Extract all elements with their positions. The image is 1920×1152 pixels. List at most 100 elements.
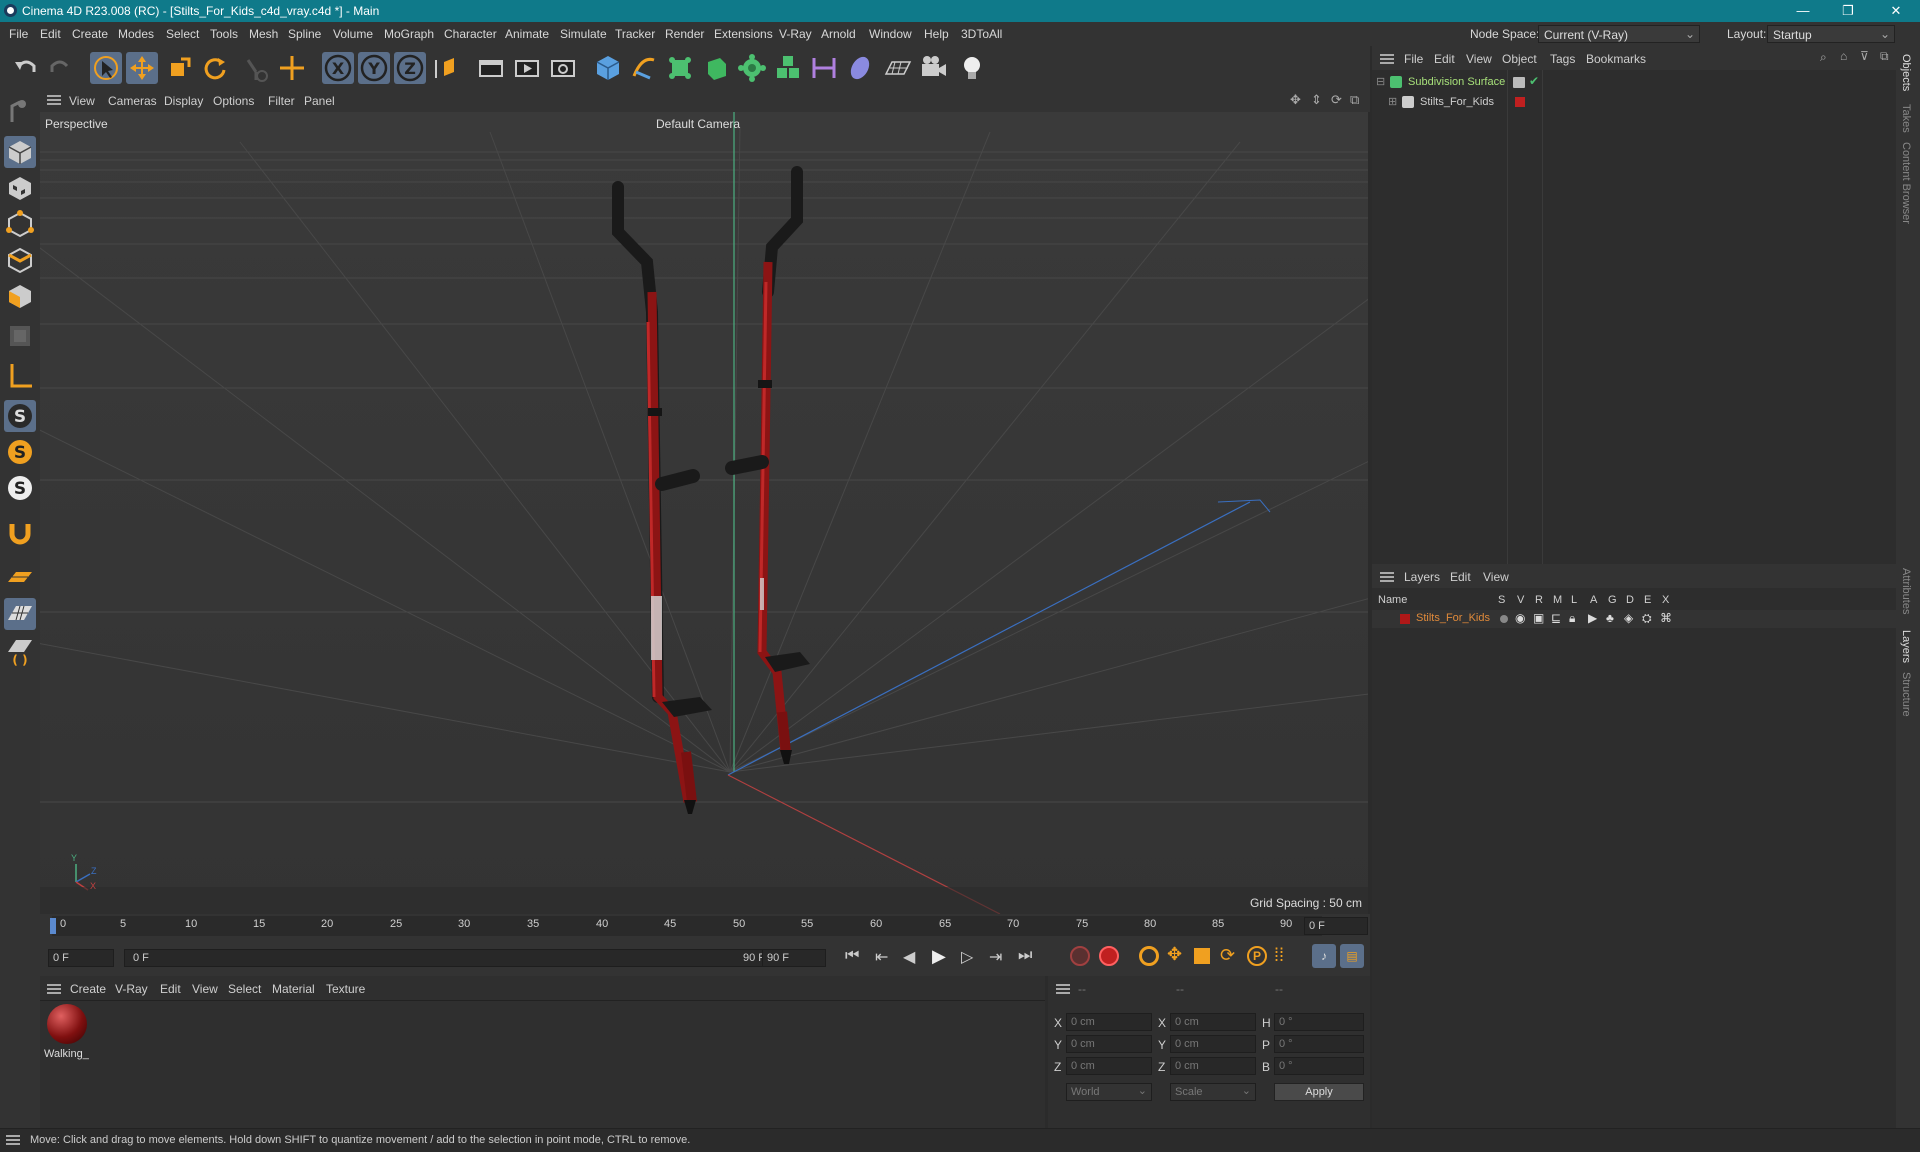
expand-icon[interactable]: ⊞ <box>1388 95 1397 108</box>
vp-menu-view[interactable]: View <box>69 94 95 108</box>
close-button[interactable]: ✕ <box>1886 1 1906 21</box>
viewport-perspective[interactable]: Perspective Default Camera Y Z X Grid Sp… <box>40 112 1368 914</box>
model-mode-icon[interactable] <box>4 136 36 168</box>
point-mode-icon[interactable] <box>4 208 36 240</box>
cube-icon[interactable] <box>592 52 624 84</box>
render-region-button[interactable] <box>475 52 507 84</box>
current-frame-field[interactable]: 0 F <box>1304 917 1368 935</box>
size-mode-dropdown[interactable]: Scale ⌄ <box>1170 1083 1256 1101</box>
enabled-check-icon[interactable]: ✔ <box>1529 74 1539 88</box>
x-axis-lock-button[interactable]: X <box>322 52 354 84</box>
workplane-icon[interactable] <box>4 562 36 594</box>
key-scale-icon[interactable] <box>1194 948 1210 964</box>
y-axis-lock-button[interactable]: Y <box>358 52 390 84</box>
obj-menu-edit[interactable]: Edit <box>1434 52 1455 66</box>
menu-vray[interactable]: V-Ray <box>779 27 812 41</box>
timeline-ruler[interactable]: 0 5 10 15 20 25 30 35 40 45 50 55 60 65 … <box>40 914 1370 938</box>
search-icon[interactable]: ⌕ <box>1820 50 1827 65</box>
vp-menu-panel[interactable]: Panel <box>304 94 335 108</box>
timeline-layout-icon[interactable]: ▤ <box>1340 944 1364 968</box>
animation-icon[interactable]: ▶ <box>1588 611 1597 625</box>
size-z-field[interactable]: 0 cm <box>1170 1057 1256 1075</box>
mat-menu-texture[interactable]: Texture <box>326 982 365 996</box>
end-frame-field[interactable]: 90 F <box>762 949 826 967</box>
layer-color-icon[interactable] <box>1400 614 1410 624</box>
visibility-toggle-icon[interactable] <box>1513 77 1525 88</box>
layer-row[interactable]: Stilts_For_Kids ◉ ▣ ⊑ 🔒︎ ▶ ♣ ◈ ⛭ ⌘ <box>1372 610 1896 628</box>
xref-icon[interactable]: ⌘ <box>1660 611 1672 625</box>
uv-mode-icon[interactable] <box>4 320 36 352</box>
menu-animate[interactable]: Animate <box>505 27 549 41</box>
layer-menu-edit[interactable]: Edit <box>1450 570 1471 584</box>
collapse-icon[interactable]: ⊟ <box>1376 75 1385 88</box>
mat-menu-view[interactable]: View <box>192 982 218 996</box>
subdivision-surface-icon[interactable] <box>664 52 696 84</box>
object-row-subdivision-surface[interactable]: ⊟ Subdivision Surface ✔ <box>1372 74 1896 92</box>
pos-x-field[interactable]: 0 cm <box>1066 1013 1152 1031</box>
solo-hierarchy-icon[interactable]: S <box>4 472 36 504</box>
tab-layers[interactable]: Layers <box>1900 630 1912 663</box>
pan-view-icon[interactable]: ✥ <box>1290 92 1301 108</box>
vp-menu-options[interactable]: Options <box>213 94 254 108</box>
manager-icon[interactable]: ⊑ <box>1551 611 1561 625</box>
menu-tracker[interactable]: Tracker <box>615 27 655 41</box>
axis-mode-icon[interactable] <box>4 360 36 392</box>
polygon-mode-icon[interactable] <box>4 280 36 312</box>
layout-dropdown[interactable]: Startup ⌄ <box>1767 25 1895 43</box>
play-icon[interactable]: ▶ <box>932 946 946 967</box>
obj-menu-file[interactable]: File <box>1404 52 1423 66</box>
menu-file[interactable]: File <box>9 27 28 41</box>
menu-modes[interactable]: Modes <box>118 27 154 41</box>
menu-help[interactable]: Help <box>924 27 949 41</box>
menu-tools[interactable]: Tools <box>210 27 238 41</box>
render-view-button[interactable] <box>511 52 543 84</box>
obj-menu-object[interactable]: Object <box>1502 52 1537 66</box>
recent-tools-button[interactable] <box>240 52 272 84</box>
mat-menu-material[interactable]: Material <box>272 982 315 996</box>
locked-workplane-icon[interactable]: ( ) <box>4 634 36 667</box>
extrude-icon[interactable] <box>700 52 732 84</box>
render-icon[interactable]: ▣ <box>1533 611 1544 625</box>
light-bulb-icon[interactable] <box>956 52 988 84</box>
playhead[interactable] <box>50 918 56 934</box>
menu-mograph[interactable]: MoGraph <box>384 27 434 41</box>
filter-icon[interactable]: ⊽ <box>1860 49 1869 63</box>
pen-spline-icon[interactable] <box>628 52 660 84</box>
field-icon[interactable] <box>844 52 876 84</box>
eye-icon[interactable]: ◉ <box>1515 611 1525 625</box>
generator-icon[interactable]: ♣ <box>1606 611 1614 625</box>
deformer-icon[interactable] <box>808 52 840 84</box>
restore-button[interactable]: ❐ <box>1838 1 1858 21</box>
menu-extensions[interactable]: Extensions <box>714 27 773 41</box>
next-key-icon[interactable]: ⇥ <box>989 947 1002 967</box>
coordinate-system-button[interactable] <box>430 52 462 84</box>
obj-menu-bookmarks[interactable]: Bookmarks <box>1586 52 1646 66</box>
lock-icon[interactable]: 🔒︎ <box>1569 611 1575 626</box>
tab-objects[interactable]: Objects <box>1900 54 1912 91</box>
pos-y-field[interactable]: 0 cm <box>1066 1035 1152 1053</box>
size-y-field[interactable]: 0 cm <box>1170 1035 1256 1053</box>
menu-volume[interactable]: Volume <box>333 27 373 41</box>
record-icon[interactable] <box>1070 946 1090 966</box>
apply-button[interactable]: Apply <box>1274 1083 1364 1101</box>
move-tool-button[interactable] <box>126 52 158 84</box>
expression-icon[interactable]: ⛭ <box>1642 611 1652 626</box>
menu-arnold[interactable]: Arnold <box>821 27 856 41</box>
menu-render[interactable]: Render <box>665 27 704 41</box>
tab-structure[interactable]: Structure <box>1900 672 1912 717</box>
home-icon[interactable]: ⌂ <box>1840 49 1847 63</box>
prev-frame-icon[interactable]: ◀ <box>903 947 915 967</box>
vp-menu-cameras[interactable]: Cameras <box>108 94 157 108</box>
tab-takes[interactable]: Takes <box>1900 104 1912 133</box>
key-pla-icon[interactable]: ⁞⁞ <box>1274 945 1284 966</box>
material-swatch[interactable]: Walking_ <box>44 1004 89 1062</box>
layer-menu-layers[interactable]: Layers <box>1404 570 1440 584</box>
menu-window[interactable]: Window <box>869 27 912 41</box>
mograph-cubes-icon[interactable] <box>772 52 804 84</box>
redo-button[interactable] <box>44 52 76 84</box>
camera-icon[interactable] <box>918 52 950 84</box>
make-editable-icon[interactable] <box>4 96 36 128</box>
solo-icon[interactable]: S <box>4 436 36 468</box>
menu-character[interactable]: Character <box>444 27 497 41</box>
coord-mode-dropdown[interactable]: World ⌄ <box>1066 1083 1152 1101</box>
